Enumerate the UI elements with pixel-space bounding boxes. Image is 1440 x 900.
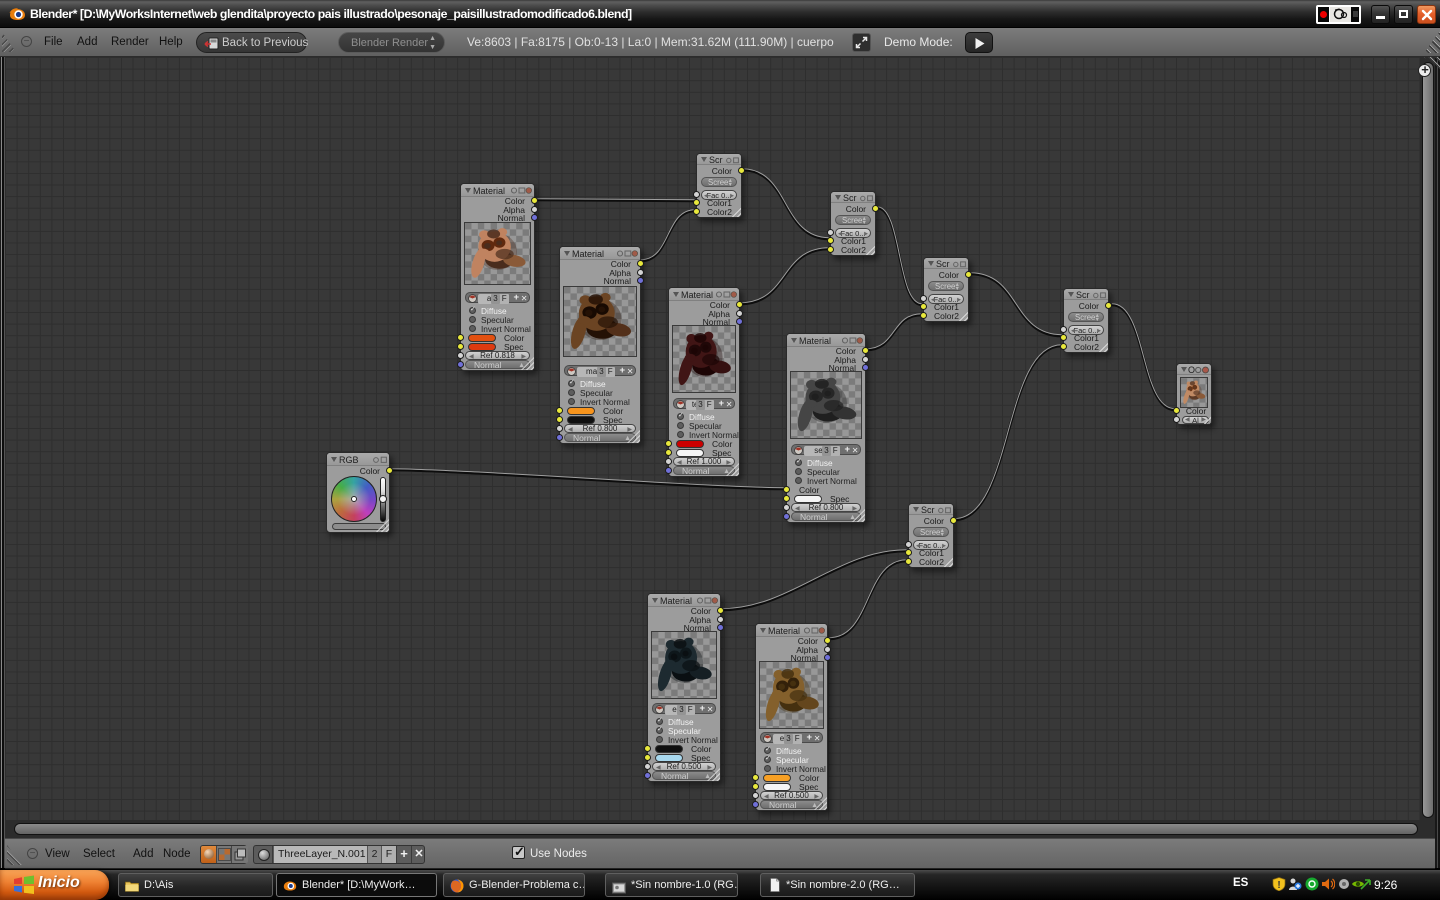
svg-text:!: ! xyxy=(1277,880,1280,891)
